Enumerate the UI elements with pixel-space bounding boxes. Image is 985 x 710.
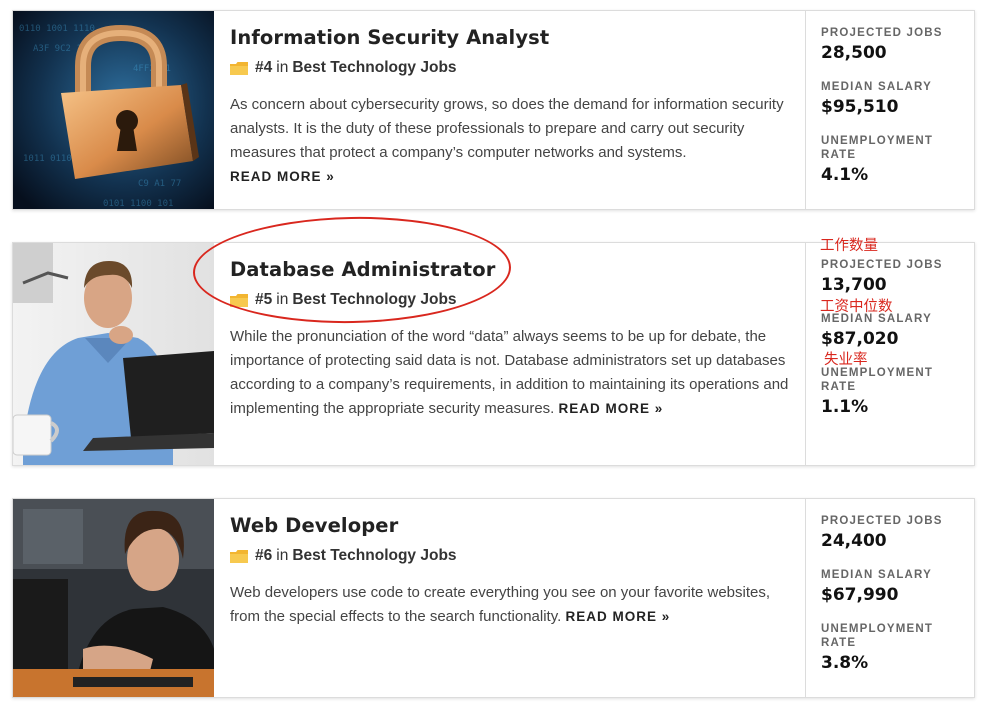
svg-text:1011 0110: 1011 0110 — [23, 154, 72, 164]
young-man-at-computer-image[interactable] — [13, 499, 214, 697]
job-card-web-developer[interactable]: Web Developer #6 in Best Technology Jobs… — [12, 498, 975, 698]
unemployment-value: 4.1% — [821, 165, 869, 185]
annotation-unemployment-rate: 失业率 — [824, 352, 868, 368]
unemployment-label: UNEMPLOYMENT RATE — [821, 367, 934, 393]
man-at-laptop-image[interactable] — [13, 243, 214, 465]
svg-text:0110 1001 1110: 0110 1001 1110 — [19, 24, 95, 34]
job-description-text: While the pronunciation of the word “dat… — [230, 328, 789, 417]
read-more-link[interactable]: READ MORE » — [230, 169, 335, 184]
median-salary-stat: MEDIAN SALARY $67,990 — [821, 568, 932, 605]
annotation-median-salary: 工资中位数 — [820, 299, 893, 315]
job-card-info-security[interactable]: 0110 1001 1110 A3F 9C2 1B7 4FF2 D1 1011 01… — [12, 10, 975, 210]
read-more-link[interactable]: READ MORE » — [565, 609, 670, 624]
job-title[interactable]: Web Developer — [230, 514, 800, 537]
projected-jobs-stat: PROJECTED JOBS 13,700 — [821, 258, 943, 295]
projected-jobs-value: 13,700 — [821, 275, 887, 295]
rank-category-link[interactable]: Best Technology Jobs — [292, 547, 456, 565]
rank-number: #4 — [255, 59, 273, 76]
rank-in-text: in — [276, 59, 289, 76]
job-rank: #4 in Best Technology Jobs — [230, 59, 800, 77]
unemployment-value: 1.1% — [821, 397, 869, 417]
job-title[interactable]: Information Security Analyst — [230, 26, 800, 49]
unemployment-label: UNEMPLOYMENT RATE — [821, 623, 934, 649]
median-salary-stat: MEDIAN SALARY $95,510 — [821, 80, 932, 117]
job-description-text: Web developers use code to create everyt… — [230, 584, 771, 625]
median-salary-stat: MEDIAN SALARY $87,020 — [821, 312, 932, 349]
job-card-body: Information Security Analyst #4 in Best … — [230, 11, 800, 189]
rank-category-link[interactable]: Best Technology Jobs — [292, 59, 456, 77]
job-description: Web developers use code to create everyt… — [230, 581, 800, 629]
job-description: As concern about cybersecurity grows, so… — [230, 93, 800, 189]
unemployment-label: UNEMPLOYMENT RATE — [821, 135, 934, 161]
job-description: While the pronunciation of the word “dat… — [230, 325, 800, 421]
projected-jobs-stat: PROJECTED JOBS 28,500 — [821, 26, 943, 63]
rank-number: #6 — [255, 547, 273, 564]
folder-icon — [230, 61, 248, 75]
unemployment-value: 3.8% — [821, 653, 869, 673]
unemployment-stat: UNEMPLOYMENT RATE 1.1% — [821, 366, 951, 417]
job-description-text: As concern about cybersecurity grows, so… — [230, 96, 784, 161]
rank-in-text: in — [276, 547, 289, 564]
median-salary-value: $87,020 — [821, 329, 899, 349]
svg-text:0101 1100 101: 0101 1100 101 — [103, 199, 173, 209]
projected-jobs-label: PROJECTED JOBS — [821, 259, 943, 271]
annotation-projected-jobs: 工作数量 — [820, 238, 878, 254]
median-salary-label: MEDIAN SALARY — [821, 81, 933, 93]
projected-jobs-value: 28,500 — [821, 43, 887, 63]
median-salary-value: $95,510 — [821, 97, 899, 117]
projected-jobs-value: 24,400 — [821, 531, 887, 551]
median-salary-value: $67,990 — [821, 585, 899, 605]
job-stats: PROJECTED JOBS 28,500 MEDIAN SALARY $95,… — [805, 11, 976, 209]
projected-jobs-label: PROJECTED JOBS — [821, 27, 943, 39]
unemployment-stat: UNEMPLOYMENT RATE 4.1% — [821, 134, 951, 185]
job-stats: PROJECTED JOBS 24,400 MEDIAN SALARY $67,… — [805, 499, 976, 697]
read-more-link[interactable]: READ MORE » — [559, 401, 664, 416]
job-rank: #6 in Best Technology Jobs — [230, 547, 800, 565]
job-card-body: Web Developer #6 in Best Technology Jobs… — [230, 499, 800, 629]
folder-icon — [230, 549, 248, 563]
unemployment-stat: UNEMPLOYMENT RATE 3.8% — [821, 622, 951, 673]
projected-jobs-stat: PROJECTED JOBS 24,400 — [821, 514, 943, 551]
svg-text:C9 A1 77: C9 A1 77 — [138, 179, 181, 189]
padlock-image[interactable]: 0110 1001 1110 A3F 9C2 1B7 4FF2 D1 1011 01… — [13, 11, 214, 209]
projected-jobs-label: PROJECTED JOBS — [821, 515, 943, 527]
median-salary-label: MEDIAN SALARY — [821, 569, 933, 581]
